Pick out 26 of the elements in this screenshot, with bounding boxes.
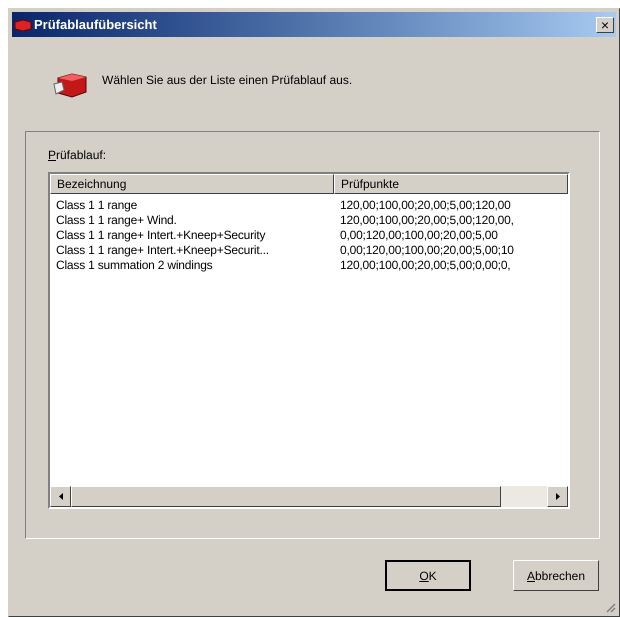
window-title: Prüfablaufübersicht xyxy=(34,16,158,34)
group-label: Prüfablauf: xyxy=(48,147,106,164)
scroll-thumb[interactable] xyxy=(71,486,501,507)
table-cell[interactable]: Class 1 summation 2 windings xyxy=(56,256,334,274)
table-cell[interactable]: 0,00;120,00;100,00;20,00;5,00;10 xyxy=(340,240,514,258)
table-cell[interactable]: Class 1 1 range+ Intert.+Kneep+Securit... xyxy=(56,240,334,258)
right-arrow-icon xyxy=(556,493,560,500)
dialog-button[interactable]: OK xyxy=(385,560,471,591)
table-cell[interactable]: 120,00;100,00;20,00;5,00;120,00, xyxy=(340,210,514,228)
table-cell[interactable]: 120,00;100,00;20,00;5,00;0,00;0, xyxy=(340,256,510,274)
horizontal-scrollbar[interactable] xyxy=(50,486,568,507)
table-cell[interactable]: Class 1 1 range xyxy=(56,196,334,214)
left-arrow-icon xyxy=(58,493,62,500)
scroll-left-button[interactable] xyxy=(50,486,71,507)
close-button[interactable]: × xyxy=(596,16,614,32)
table-cell[interactable]: Class 1 1 range+ Intert.+Kneep+Security xyxy=(56,226,334,244)
table-cell[interactable]: 0,00;120,00;100,00;20,00;5,00 xyxy=(340,226,498,244)
table-cell[interactable]: 120,00;100,00;20,00;5,00;120,00 xyxy=(340,196,511,214)
column-header[interactable]: Prüfpunkte xyxy=(334,174,568,194)
dialog-button[interactable]: Abbrechen xyxy=(513,560,599,591)
resize-grip-icon xyxy=(604,601,616,613)
column-header[interactable]: Bezeichnung xyxy=(50,174,334,194)
instruction-text: Wählen Sie aus der Liste einen Prüfablauf aus. xyxy=(102,72,352,89)
table-cell[interactable]: Class 1 1 range+ Wind. xyxy=(56,210,334,228)
app-icon xyxy=(14,18,32,30)
scroll-right-button[interactable] xyxy=(547,486,568,507)
